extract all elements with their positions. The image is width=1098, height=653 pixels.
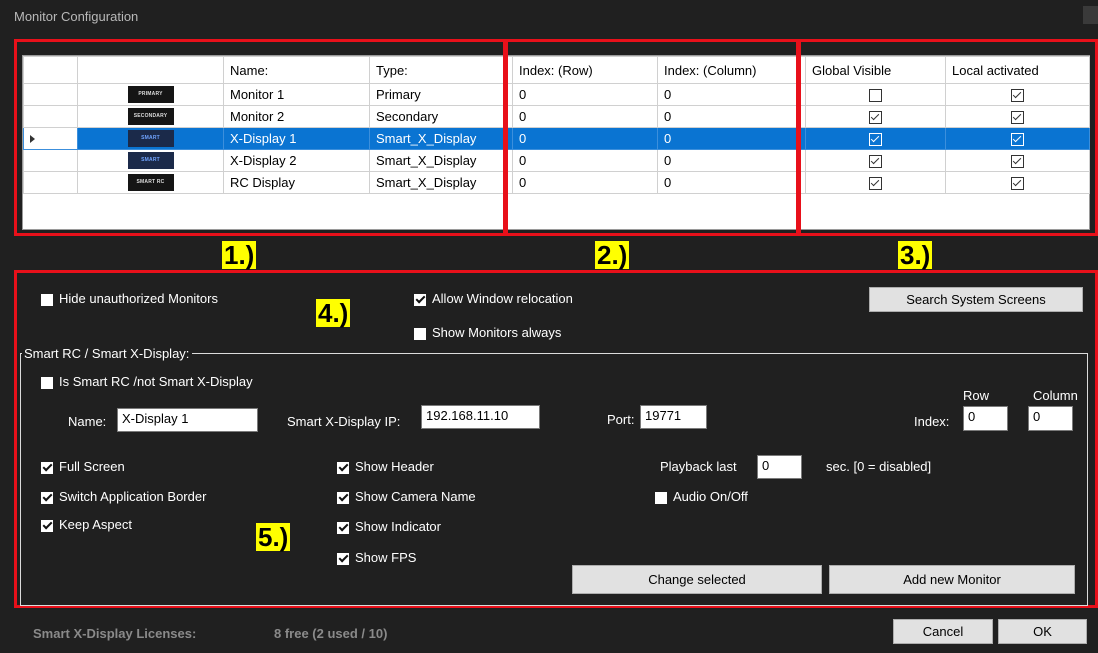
add-new-monitor-button[interactable]: Add new Monitor	[829, 565, 1075, 594]
ip-label: Smart X-Display IP:	[287, 414, 401, 429]
index-row-input[interactable]: 0	[963, 406, 1008, 431]
ok-button[interactable]: OK	[998, 619, 1087, 644]
playback-input[interactable]: 0	[757, 455, 802, 479]
licenses-label: Smart X-Display Licenses:	[33, 626, 197, 641]
highlight-box-2	[505, 39, 799, 236]
name-label: Name:	[68, 414, 107, 429]
show-monitors-always-checkbox[interactable]: Show Monitors always	[414, 325, 561, 340]
checkbox-icon	[337, 461, 349, 474]
checkbox-icon	[337, 491, 349, 504]
audio-label: Audio On/Off	[673, 489, 748, 504]
licenses-value: 8 free (2 used / 10)	[274, 626, 388, 641]
switch-border-label: Switch Application Border	[59, 489, 207, 504]
playback-suffix: sec. [0 = disabled]	[826, 459, 932, 474]
checkbox-icon	[41, 461, 53, 474]
checkbox-icon	[41, 376, 53, 389]
playback-label: Playback last	[660, 459, 737, 474]
checkbox-icon	[655, 491, 667, 504]
index-row-label: Row	[963, 388, 990, 403]
index-column-input[interactable]: 0	[1028, 406, 1073, 431]
checkbox-icon	[414, 293, 426, 306]
title-bar	[0, 0, 1098, 34]
search-system-screens-button[interactable]: Search System Screens	[869, 287, 1083, 312]
full-screen-checkbox[interactable]: Full Screen	[41, 459, 125, 474]
checkbox-icon	[414, 327, 426, 340]
checkbox-icon	[41, 293, 53, 306]
marker-1: 1.)	[222, 240, 257, 270]
show-monitors-always-label: Show Monitors always	[432, 325, 562, 340]
highlight-box-3	[798, 39, 1098, 236]
index-column-label: Column	[1033, 388, 1078, 403]
show-indicator-checkbox[interactable]: Show Indicator	[337, 519, 441, 534]
show-camera-name-checkbox[interactable]: Show Camera Name	[337, 489, 476, 504]
allow-relocation-label: Allow Window relocation	[432, 291, 573, 306]
smart-group-legend: Smart RC / Smart X-Display:	[22, 346, 193, 361]
audio-checkbox[interactable]: Audio On/Off	[655, 489, 748, 504]
port-input[interactable]: 19771	[640, 405, 707, 429]
show-camera-name-label: Show Camera Name	[355, 489, 476, 504]
marker-2: 2.)	[595, 240, 630, 270]
checkbox-icon	[337, 552, 349, 565]
show-header-label: Show Header	[355, 459, 434, 474]
hide-unauthorized-checkbox[interactable]: Hide unauthorized Monitors	[41, 291, 218, 306]
is-smart-rc-label: Is Smart RC /not Smart X-Display	[59, 374, 253, 389]
keep-aspect-label: Keep Aspect	[59, 517, 132, 532]
checkbox-icon	[41, 491, 53, 504]
checkbox-icon	[337, 521, 349, 534]
keep-aspect-checkbox[interactable]: Keep Aspect	[41, 517, 132, 532]
close-icon[interactable]	[1083, 6, 1098, 24]
full-screen-label: Full Screen	[59, 459, 125, 474]
port-label: Port:	[607, 412, 635, 427]
change-selected-button[interactable]: Change selected	[572, 565, 822, 594]
show-fps-label: Show FPS	[355, 550, 417, 565]
allow-relocation-checkbox[interactable]: Allow Window relocation	[414, 291, 573, 306]
is-smart-rc-checkbox[interactable]: Is Smart RC /not Smart X-Display	[41, 374, 253, 389]
window-title: Monitor Configuration	[14, 9, 139, 24]
name-input[interactable]: X-Display 1	[117, 408, 258, 432]
cancel-button[interactable]: Cancel	[893, 619, 993, 644]
index-label: Index:	[914, 414, 950, 429]
show-fps-checkbox[interactable]: Show FPS	[337, 550, 416, 565]
hide-unauthorized-label: Hide unauthorized Monitors	[59, 291, 218, 306]
highlight-box-1	[14, 39, 506, 236]
marker-4: 4.)	[316, 298, 351, 328]
show-header-checkbox[interactable]: Show Header	[337, 459, 434, 474]
checkbox-icon	[41, 519, 53, 532]
ip-input[interactable]: 192.168.11.10	[421, 405, 540, 429]
show-indicator-label: Show Indicator	[355, 519, 441, 534]
marker-3: 3.)	[898, 240, 933, 270]
switch-border-checkbox[interactable]: Switch Application Border	[41, 489, 206, 504]
